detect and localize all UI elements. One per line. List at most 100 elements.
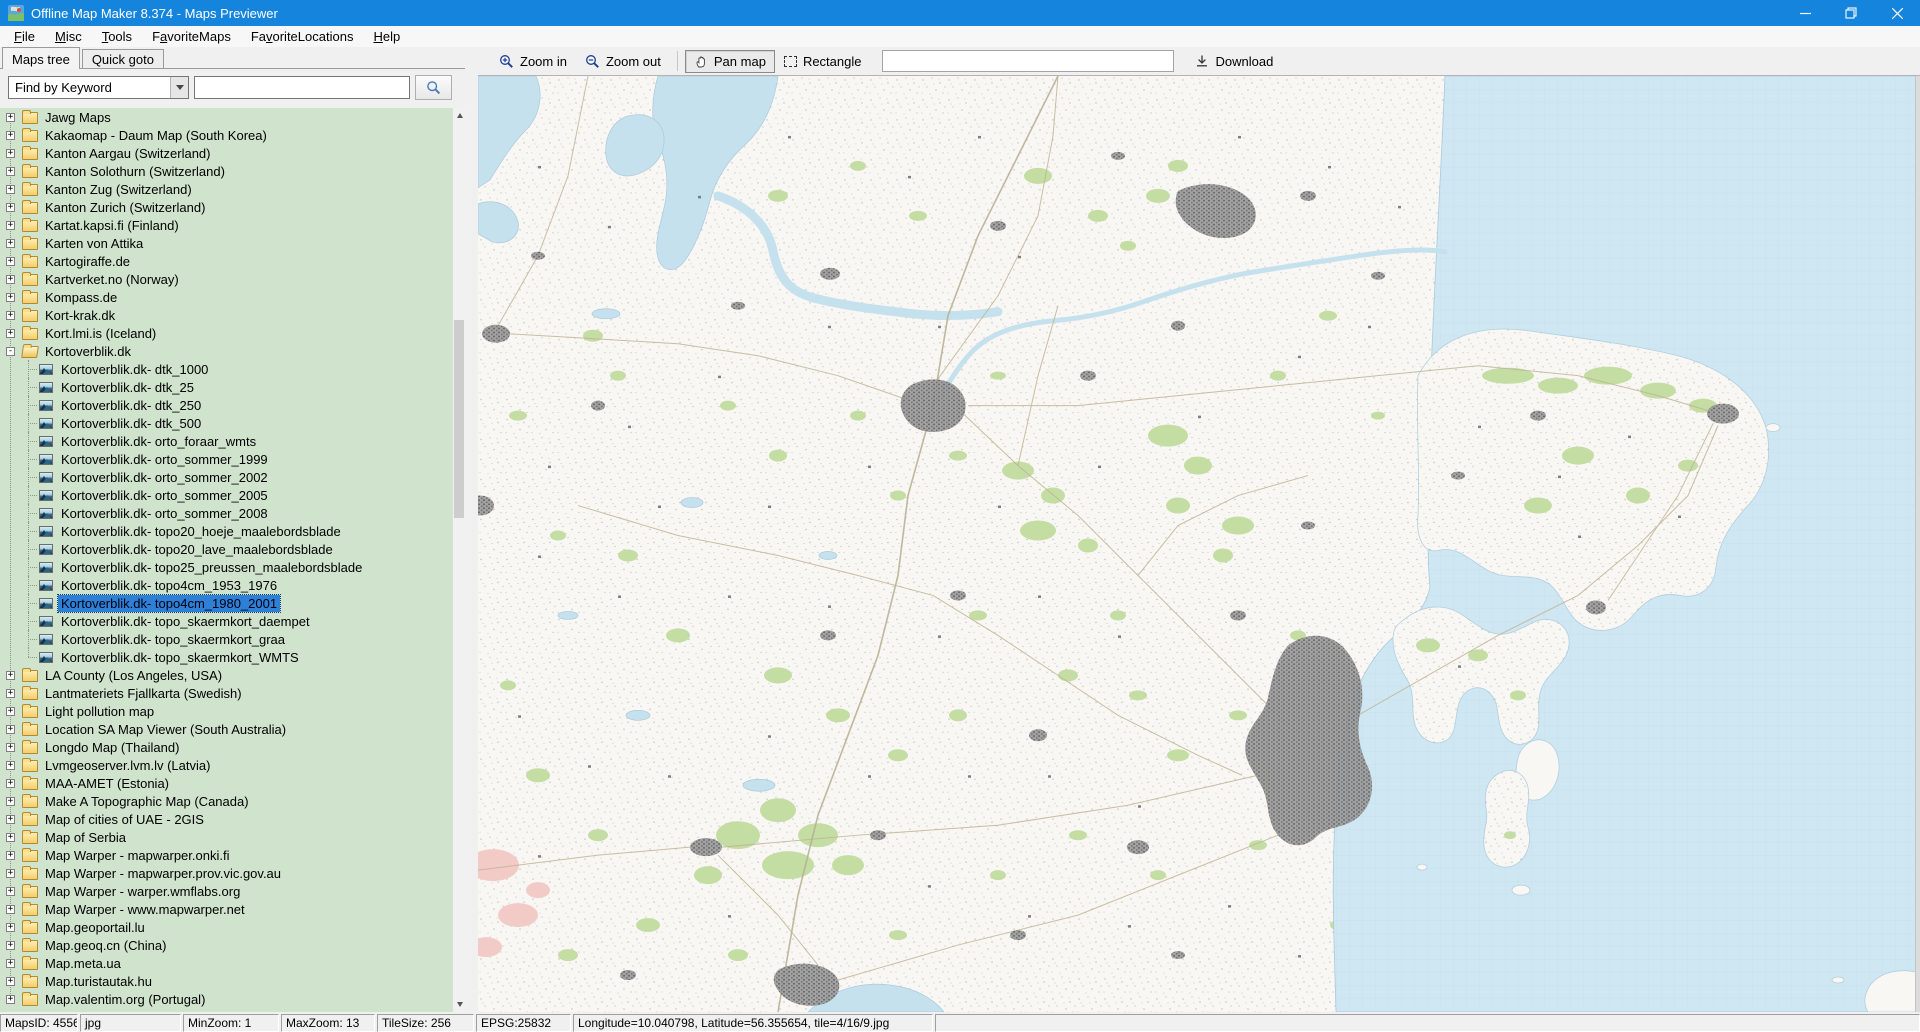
expand-icon[interactable]: + [6,959,15,968]
find-mode-select[interactable]: Find by Keyword [8,76,189,99]
expand-icon[interactable]: + [6,743,15,752]
expand-icon[interactable]: + [6,149,15,158]
tree-item[interactable]: +Map.meta.ua [0,954,452,972]
scroll-down-button[interactable] [453,997,466,1012]
tree-item[interactable]: +Lantmateriets Fjallkarta (Swedish) [0,684,452,702]
close-button[interactable] [1874,0,1920,26]
expand-icon[interactable]: + [6,941,15,950]
tree-item[interactable]: +Kanton Aargau (Switzerland) [0,144,452,162]
expand-icon[interactable]: + [6,311,15,320]
search-input[interactable] [194,76,410,99]
tree-item[interactable]: Kortoverblik.dk- orto_foraar_wmts [0,432,452,450]
tree-item[interactable]: Kortoverblik.dk- dtk_250 [0,396,452,414]
tree-item[interactable]: Kortoverblik.dk- dtk_500 [0,414,452,432]
rectangle-button[interactable]: Rectangle [775,50,871,73]
tree-item[interactable]: +Map Warper - mapwarper.onki.fi [0,846,452,864]
menu-favoritelocations[interactable]: FavoriteLocations [241,27,364,46]
expand-icon[interactable]: + [6,833,15,842]
tree-item[interactable]: +LA County (Los Angeles, USA) [0,666,452,684]
tree-item[interactable]: +MAA-AMET (Estonia) [0,774,452,792]
tree-item[interactable]: +Kanton Zurich (Switzerland) [0,198,452,216]
combo-dropdown-button[interactable] [170,77,188,98]
expand-icon[interactable]: + [6,329,15,338]
tree-item[interactable]: +Map.geoq.cn (China) [0,936,452,954]
scroll-up-button[interactable] [453,108,466,123]
tree-item[interactable]: +Make A Topographic Map (Canada) [0,792,452,810]
menu-tools[interactable]: Tools [92,27,142,46]
tree-item[interactable]: +Map.turistautak.hu [0,972,452,990]
tree-item[interactable]: +Kanton Solothurn (Switzerland) [0,162,452,180]
expand-icon[interactable]: + [6,671,15,680]
map-canvas[interactable] [478,75,1920,1012]
tree-item[interactable]: +Light pollution map [0,702,452,720]
tree-item[interactable]: Kortoverblik.dk- dtk_1000 [0,360,452,378]
expand-icon[interactable]: + [6,725,15,734]
expand-icon[interactable]: + [6,167,15,176]
tree-item[interactable]: Kortoverblik.dk- topo_skaermkort_WMTS [0,648,452,666]
tree-item[interactable]: +Kakaomap - Daum Map (South Korea) [0,126,452,144]
tree-item[interactable]: +Map.geoportail.lu [0,918,452,936]
expand-icon[interactable]: + [6,221,15,230]
tree-item[interactable]: +Map of cities of UAE - 2GIS [0,810,452,828]
tree-item[interactable]: +Karten von Attika [0,234,452,252]
tree-item[interactable]: +Map Warper - mapwarper.prov.vic.gov.au [0,864,452,882]
tree-item[interactable]: Kortoverblik.dk- topo25_preussen_maalebo… [0,558,452,576]
expand-icon[interactable]: + [6,257,15,266]
tree-item[interactable]: +Kort.lmi.is (Iceland) [0,324,452,342]
menu-favoritemaps[interactable]: FavoriteMaps [142,27,241,46]
tree-item[interactable]: Kortoverblik.dk- topo_skaermkort_daempet [0,612,452,630]
expand-icon[interactable]: + [6,851,15,860]
tree-item[interactable]: +Kartat.kapsi.fi (Finland) [0,216,452,234]
tree-scrollbar[interactable] [452,108,465,1012]
menu-help[interactable]: Help [363,27,410,46]
expand-icon[interactable]: + [6,707,15,716]
tree-item[interactable]: Kortoverblik.dk- orto_sommer_1999 [0,450,452,468]
tree-item[interactable]: Kortoverblik.dk- topo4cm_1980_2001 [0,594,452,612]
expand-icon[interactable]: + [6,185,15,194]
tree-item[interactable]: Kortoverblik.dk- topo_skaermkort_graa [0,630,452,648]
minimize-button[interactable] [1782,0,1828,26]
tree-item[interactable]: Kortoverblik.dk- topo20_lave_maalebordsb… [0,540,452,558]
expand-icon[interactable]: + [6,239,15,248]
tree-item[interactable]: +Map Warper - warper.wmflabs.org [0,882,452,900]
tab-maps-tree[interactable]: Maps tree [2,47,80,69]
tree-item[interactable]: +Map of Serbia [0,828,452,846]
download-button[interactable]: Download [1186,50,1282,73]
tree-item[interactable]: Kortoverblik.dk- topo4cm_1953_1976 [0,576,452,594]
menu-misc[interactable]: Misc [45,27,92,46]
tree-item[interactable]: Kortoverblik.dk- orto_sommer_2008 [0,504,452,522]
menu-file[interactable]: File [4,27,45,46]
expand-icon[interactable]: + [6,815,15,824]
tree-item[interactable]: Kortoverblik.dk- orto_sommer_2005 [0,486,452,504]
tree-item[interactable]: +Kartverket.no (Norway) [0,270,452,288]
zoom-out-button[interactable]: Zoom out [576,50,670,73]
expand-icon[interactable]: + [6,797,15,806]
toolbar-input[interactable] [882,50,1174,72]
expand-icon[interactable]: + [6,923,15,932]
tree-item[interactable]: Kortoverblik.dk- dtk_25 [0,378,452,396]
tree-item[interactable]: +Jawg Maps [0,108,452,126]
tree-item[interactable]: +Longdo Map (Thailand) [0,738,452,756]
tree-item[interactable]: +Kort-krak.dk [0,306,452,324]
tree-item[interactable]: +Map.valentim.org (Portugal) [0,990,452,1008]
collapse-icon[interactable]: - [6,347,15,356]
tree-item[interactable]: +Lvmgeoserver.lvm.lv (Latvia) [0,756,452,774]
expand-icon[interactable]: + [6,977,15,986]
expand-icon[interactable]: + [6,761,15,770]
tree-item[interactable]: +Kanton Zug (Switzerland) [0,180,452,198]
tree-item[interactable]: +Kartogiraffe.de [0,252,452,270]
tree-item[interactable]: +Kompass.de [0,288,452,306]
expand-icon[interactable]: + [6,293,15,302]
expand-icon[interactable]: + [6,131,15,140]
pan-map-button[interactable]: Pan map [685,50,775,73]
scrollbar-thumb[interactable] [454,320,464,518]
expand-icon[interactable]: + [6,113,15,122]
tab-quick-goto[interactable]: Quick goto [82,49,164,68]
tree-item[interactable]: Kortoverblik.dk- topo20_hoeje_maalebords… [0,522,452,540]
expand-icon[interactable]: + [6,779,15,788]
expand-icon[interactable]: + [6,887,15,896]
tree-item[interactable]: +Location SA Map Viewer (South Australia… [0,720,452,738]
expand-icon[interactable]: + [6,905,15,914]
tree-item[interactable]: -Kortoverblik.dk [0,342,452,360]
expand-icon[interactable]: + [6,995,15,1004]
